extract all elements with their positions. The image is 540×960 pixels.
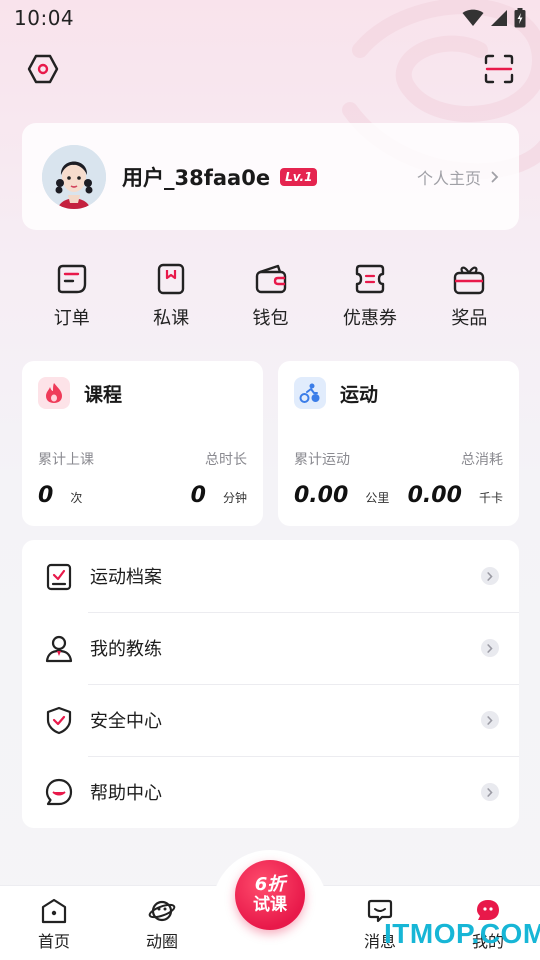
menu-item-my-coach[interactable]: 我的教练 (22, 612, 519, 684)
cycling-icon (294, 377, 326, 409)
coupon-icon (355, 264, 385, 294)
total-classes-value: 0 (38, 483, 54, 508)
watermark: ITMOP.COM (384, 918, 540, 949)
homepage-link-label: 个人主页 (416, 168, 481, 188)
tab-community[interactable]: 动圈 (122, 898, 202, 952)
promo-label: 试课 (253, 895, 287, 915)
sports-record-icon (46, 563, 72, 591)
level-badge: Lv.1 (280, 167, 318, 186)
quick-action-label: 订单 (53, 308, 90, 329)
total-duration-label: 总时长 (205, 452, 247, 468)
settings-menu: 运动档案 我的教练 安全中心 帮助中心 (22, 540, 519, 828)
help-chat-icon (45, 778, 73, 806)
scan-icon (484, 54, 514, 84)
tab-home[interactable]: 首页 (14, 898, 94, 952)
chevron-right-icon (481, 783, 499, 801)
quick-action-private-class[interactable]: 私课 (121, 262, 220, 332)
shield-icon (46, 706, 72, 735)
wifi-icon (462, 9, 484, 26)
wallet-icon (255, 264, 286, 294)
sports-stat-card[interactable]: 运动 累计运动 总消耗 0.00 公里 0.00 千卡 (278, 361, 519, 526)
total-distance-unit: 公里 (365, 491, 390, 505)
chevron-right-icon (491, 171, 499, 182)
courses-stat-card[interactable]: 课程 累计上课 总时长 0 次 0 分钟 (22, 361, 263, 526)
home-icon (41, 898, 67, 924)
quick-action-wallet[interactable]: 钱包 (221, 262, 320, 332)
total-distance-value: 0.00 (294, 483, 349, 508)
planet-icon (148, 900, 176, 922)
status-time: 10:04 (14, 6, 75, 30)
quick-action-prizes[interactable]: 奖品 (420, 262, 519, 332)
gift-icon (454, 266, 485, 295)
chevron-right-icon (481, 711, 499, 729)
courses-title: 课程 (84, 383, 123, 406)
battery-icon (514, 8, 526, 28)
total-duration-value: 0 (190, 483, 206, 508)
chevron-right-icon (481, 639, 499, 657)
status-bar: 10:04 (0, 0, 540, 36)
quick-actions: 订单 私课 钱包 优惠券 奖品 (22, 262, 519, 332)
trial-class-promo-button[interactable]: 6折 试课 (235, 860, 305, 930)
promo-discount: 6折 (254, 874, 286, 895)
chevron-right-icon (481, 567, 499, 585)
username: 用户_38faa0e (122, 165, 271, 190)
total-calories-unit: 千卡 (478, 491, 503, 505)
scan-button[interactable] (479, 49, 519, 89)
menu-item-label: 我的教练 (90, 639, 162, 660)
settings-button[interactable] (23, 49, 63, 89)
private-class-icon (157, 263, 185, 295)
menu-item-sports-record[interactable]: 运动档案 (22, 540, 519, 612)
tab-label: 动圈 (145, 932, 178, 951)
profile-card[interactable]: 用户_38faa0e Lv.1 个人主页 (22, 123, 519, 230)
quick-action-orders[interactable]: 订单 (22, 262, 121, 332)
menu-item-security-center[interactable]: 安全中心 (22, 684, 519, 756)
menu-item-label: 运动档案 (90, 567, 162, 588)
total-calories-value: 0.00 (407, 483, 462, 508)
total-distance-label: 累计运动 (294, 452, 350, 468)
flame-icon (38, 377, 70, 409)
cellular-signal-icon (491, 10, 507, 26)
homepage-link[interactable]: 个人主页 (417, 165, 499, 189)
order-icon (57, 264, 86, 294)
coach-icon (45, 635, 73, 663)
tab-label: 首页 (37, 932, 70, 951)
settings-hexagon-icon (27, 54, 59, 84)
status-icons (462, 8, 526, 28)
total-calories-label: 总消耗 (461, 452, 503, 468)
menu-item-label: 安全中心 (90, 711, 162, 732)
quick-action-label: 钱包 (252, 308, 289, 329)
quick-action-label: 优惠券 (342, 308, 397, 329)
quick-action-coupons[interactable]: 优惠券 (320, 262, 419, 332)
total-duration-unit: 分钟 (222, 491, 247, 505)
total-classes-unit: 次 (70, 491, 83, 505)
avatar-image (42, 144, 106, 209)
menu-item-help-center[interactable]: 帮助中心 (22, 756, 519, 828)
menu-item-label: 帮助中心 (90, 783, 162, 804)
promo-button-wrapper: 6折 试课 (212, 850, 328, 960)
total-classes-label: 累计上课 (38, 452, 94, 468)
quick-action-label: 私课 (153, 308, 190, 329)
sports-title: 运动 (340, 383, 379, 406)
quick-action-label: 奖品 (451, 308, 488, 329)
avatar[interactable] (42, 144, 106, 209)
